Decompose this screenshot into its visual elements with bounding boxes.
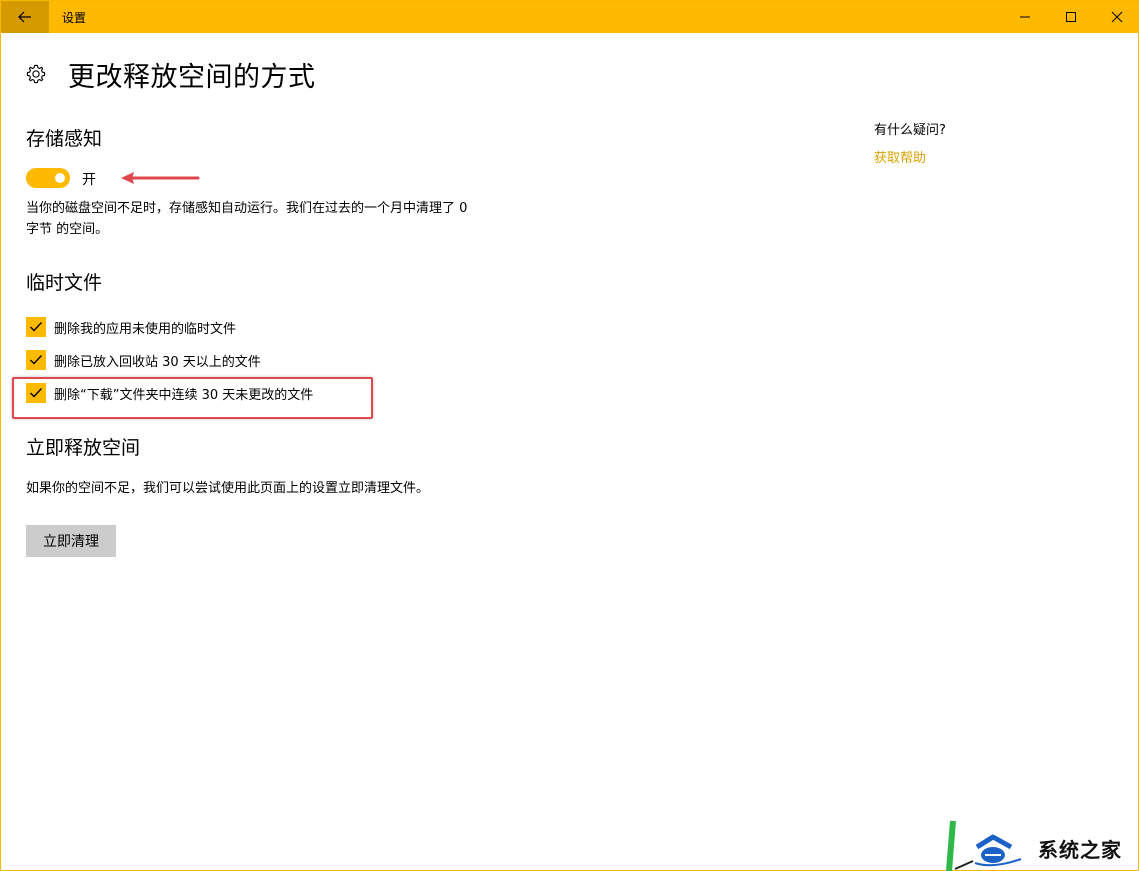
storage-sense-toggle[interactable]: [26, 168, 70, 188]
checkmark-icon: [30, 322, 43, 332]
storage-sense-description: 当你的磁盘空间不足时，存储感知自动运行。我们在过去的一个月中清理了 0 字节 的…: [26, 201, 468, 237]
toggle-knob: [55, 173, 65, 183]
annotation-highlight-box: [12, 377, 373, 419]
checkbox-row-recycle-bin[interactable]: 删除已放入回收站 30 天以上的文件: [26, 350, 261, 370]
checkbox[interactable]: [26, 350, 46, 370]
free-now-heading: 立即释放空间: [26, 437, 141, 459]
clean-now-button[interactable]: 立即清理: [26, 525, 116, 557]
maximize-button[interactable]: [1048, 1, 1094, 33]
checkbox-row-app-temp[interactable]: 删除我的应用未使用的临时文件: [26, 317, 236, 337]
watermark-logo: 系统之家: [945, 819, 1139, 871]
page-title: 更改释放空间的方式: [68, 62, 316, 93]
back-button[interactable]: [1, 1, 49, 33]
close-button[interactable]: [1094, 1, 1139, 33]
annotation-arrow-icon: [121, 172, 200, 184]
maximize-icon: [1066, 12, 1076, 22]
toggle-state-label: 开: [82, 172, 96, 188]
settings-window: 设置 更改释放空间的方式 存储感知 开 当你的磁盘空间不足时，存储感知自动运行。…: [0, 0, 1139, 871]
free-now-description: 如果你的空间不足，我们可以尝试使用此页面上的设置立即清理文件。: [26, 481, 430, 496]
watermark-text: 系统之家: [1038, 838, 1122, 862]
window-title: 设置: [62, 11, 87, 25]
checkbox-label: 删除已放入回收站 30 天以上的文件: [54, 354, 261, 370]
help-question: 有什么疑问?: [874, 123, 946, 138]
checkbox-label: 删除我的应用未使用的临时文件: [54, 321, 237, 337]
temp-files-heading: 临时文件: [26, 272, 103, 294]
checkmark-icon: [30, 355, 43, 365]
title-bar: 设置: [1, 1, 1139, 33]
back-arrow-icon: [18, 11, 31, 23]
watermark-house-icon: [946, 820, 1022, 871]
minimize-icon: [1020, 16, 1030, 18]
get-help-link[interactable]: 获取帮助: [874, 147, 926, 166]
gear-icon: [26, 64, 46, 84]
storage-sense-heading: 存储感知: [26, 128, 103, 150]
checkbox[interactable]: [26, 317, 46, 337]
minimize-button[interactable]: [1002, 1, 1048, 33]
close-icon: [1111, 11, 1123, 23]
